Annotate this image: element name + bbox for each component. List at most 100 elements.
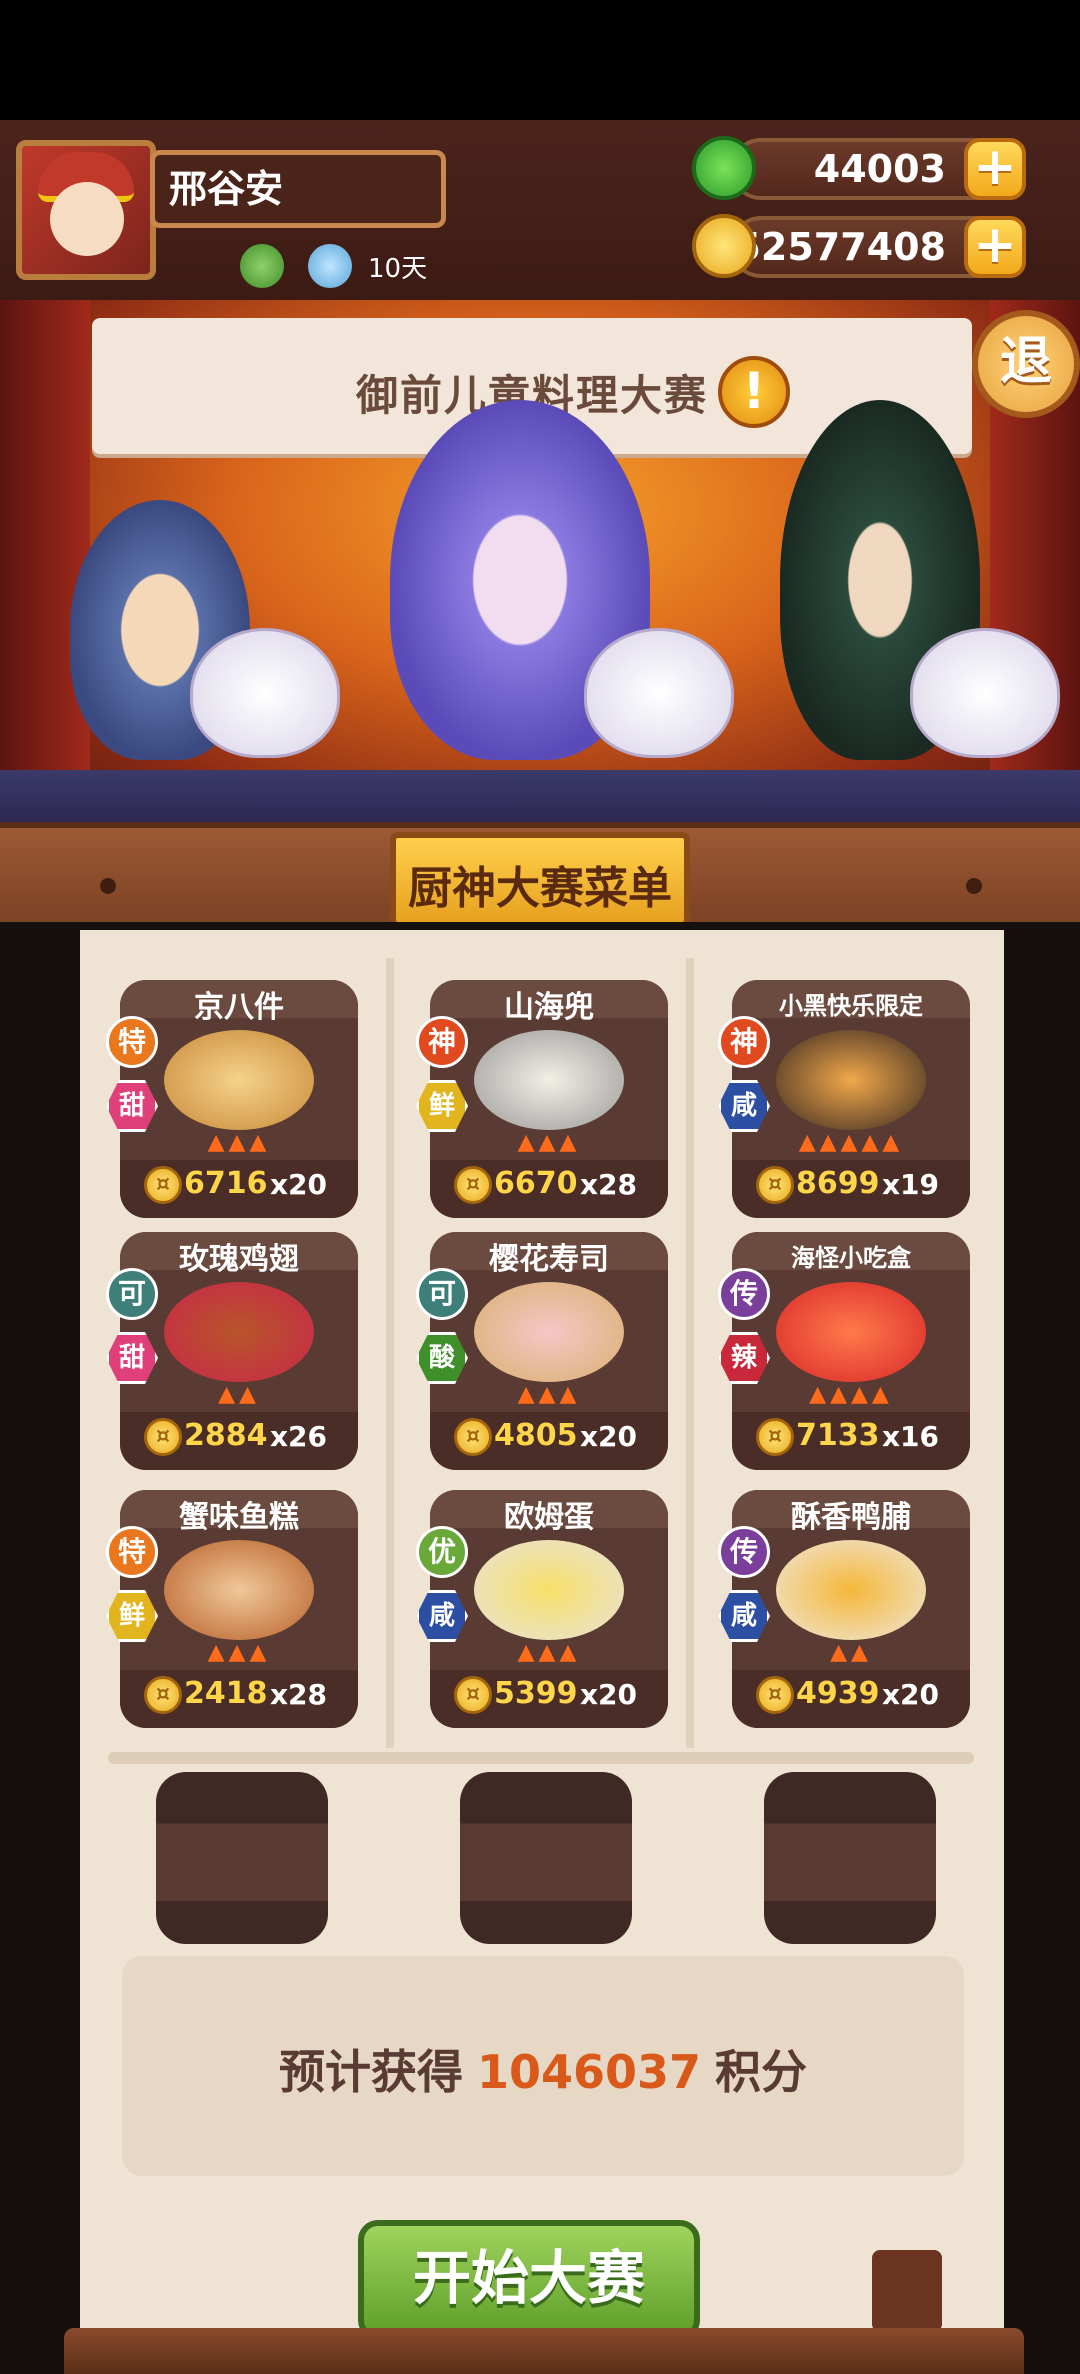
dish-name: 樱花寿司: [489, 1242, 609, 1277]
coin-icon: ¤: [454, 1676, 492, 1714]
pet-icon[interactable]: [240, 244, 284, 288]
points-suffix: 积分: [715, 2045, 808, 2099]
add-coin-button[interactable]: +: [964, 216, 1026, 278]
stage-floor: [0, 770, 1080, 830]
fire-rating-icon: ▲▲▲: [517, 1382, 581, 1407]
fire-rating-icon: ▲▲▲▲▲: [798, 1130, 904, 1155]
player-name: 邢谷安: [150, 150, 446, 228]
teapot-center-icon: [584, 628, 734, 758]
dish-quantity: x20: [580, 1678, 638, 1711]
dish-quantity: x16: [882, 1420, 940, 1453]
dish-price: 6716: [184, 1166, 268, 1201]
bottom-plank: [64, 2328, 1024, 2374]
coin-icon: ¤: [144, 1676, 182, 1714]
dish-quantity: x20: [882, 1678, 940, 1711]
dish-card-1[interactable]: 京八件 ▲▲▲ ¤ 6716 x20: [120, 980, 358, 1218]
dish-price: 5399: [494, 1676, 578, 1711]
dish-price: 2884: [184, 1418, 268, 1453]
coin-icon: ¤: [756, 1418, 794, 1456]
status-bar: [0, 0, 1080, 120]
teapot-right-icon: [910, 628, 1060, 758]
dish-image: [164, 1540, 314, 1640]
dish-quantity: x19: [882, 1168, 940, 1201]
coin-icon: ¤: [144, 1166, 182, 1204]
dish-name: 蟹味鱼糕: [179, 1500, 299, 1535]
coin-icon: ¤: [756, 1676, 794, 1714]
dish-name: 山海兜: [504, 990, 594, 1025]
dish-price: 6670: [494, 1166, 578, 1201]
points-summary: 预计获得 1046037 积分: [122, 2036, 964, 2102]
selected-dish-slot-3[interactable]: [764, 1772, 936, 1944]
points-value: 1046037: [476, 2045, 702, 2099]
dish-quantity: x20: [270, 1168, 328, 1201]
points-prefix: 预计获得: [278, 2045, 463, 2099]
dish-image: [474, 1282, 624, 1382]
dish-name: 京八件: [194, 990, 284, 1025]
dish-image: [776, 1030, 926, 1130]
dish-card-4[interactable]: 玫瑰鸡翅 ▲▲ ¤ 2884 x26: [120, 1232, 358, 1470]
dish-card-6[interactable]: 海怪小吃盒 ▲▲▲▲ ¤ 7133 x16: [732, 1232, 970, 1470]
curtain-left: [0, 300, 90, 820]
coin-icon: ¤: [144, 1418, 182, 1456]
coin-icon: ¤: [454, 1166, 492, 1204]
dish-name: 小黑快乐限定: [779, 992, 923, 1020]
nail-icon: [966, 878, 982, 894]
dish-name: 酥香鸭脯: [791, 1500, 911, 1535]
nail-icon: [100, 878, 116, 894]
dish-image: [776, 1282, 926, 1382]
fire-rating-icon: ▲▲▲: [207, 1640, 271, 1665]
column-divider: [686, 958, 694, 1748]
fire-rating-icon: ▲▲▲: [207, 1130, 271, 1155]
rank-badge: 可: [416, 1268, 468, 1320]
dish-quantity: x28: [580, 1168, 638, 1201]
rank-badge: 可: [106, 1268, 158, 1320]
selected-dish-slot-1[interactable]: [156, 1772, 328, 1944]
dish-card-9[interactable]: 酥香鸭脯 ▲▲ ¤ 4939 x20: [732, 1490, 970, 1728]
dish-name: 海怪小吃盒: [791, 1244, 911, 1272]
menu-title: 厨神大赛菜单: [408, 863, 672, 914]
dish-card-8[interactable]: 欧姆蛋 ▲▲▲ ¤ 5399 x20: [430, 1490, 668, 1728]
dish-image: [474, 1030, 624, 1130]
rank-badge: 传: [718, 1268, 770, 1320]
dish-image: [776, 1540, 926, 1640]
player-avatar[interactable]: [16, 140, 156, 280]
dish-price: 4805: [494, 1418, 578, 1453]
rank-badge: 优: [416, 1526, 468, 1578]
add-jade-button[interactable]: +: [964, 138, 1026, 200]
exit-button[interactable]: 退: [972, 310, 1080, 418]
dish-price: 8699: [796, 1166, 880, 1201]
selected-dish-slot-2[interactable]: [460, 1772, 632, 1944]
dish-image: [164, 1282, 314, 1382]
days-remaining: 10天: [368, 254, 428, 284]
rank-badge: 神: [416, 1016, 468, 1068]
dish-quantity: x20: [580, 1420, 638, 1453]
avatar-face: [50, 182, 124, 256]
dish-card-2[interactable]: 山海兜 ▲▲▲ ¤ 6670 x28: [430, 980, 668, 1218]
fire-rating-icon: ▲▲: [218, 1382, 260, 1407]
dish-card-5[interactable]: 樱花寿司 ▲▲▲ ¤ 4805 x20: [430, 1232, 668, 1470]
dish-quantity: x28: [270, 1678, 328, 1711]
rank-badge: 特: [106, 1526, 158, 1578]
dish-card-7[interactable]: 蟹味鱼糕 ▲▲▲ ¤ 2418 x28: [120, 1490, 358, 1728]
dish-price: 2418: [184, 1676, 268, 1711]
rank-badge: 传: [718, 1526, 770, 1578]
knife-block-icon: [872, 2250, 942, 2332]
dish-image: [474, 1540, 624, 1640]
coin-icon: [692, 214, 756, 278]
dish-card-3[interactable]: 小黑快乐限定 ▲▲▲▲▲ ¤ 8699 x19: [732, 980, 970, 1218]
rank-badge: 神: [718, 1016, 770, 1068]
fire-rating-icon: ▲▲▲▲: [809, 1382, 893, 1407]
fire-rating-icon: ▲▲▲: [517, 1130, 581, 1155]
dish-price: 7133: [796, 1418, 880, 1453]
fire-rating-icon: ▲▲▲: [517, 1640, 581, 1665]
dish-name: 欧姆蛋: [504, 1500, 594, 1535]
column-divider: [386, 958, 394, 1748]
info-alert-icon[interactable]: !: [718, 356, 790, 428]
dish-image: [164, 1030, 314, 1130]
coin-icon: ¤: [454, 1418, 492, 1456]
start-contest-button[interactable]: 开始大赛: [358, 2220, 700, 2340]
jade-icon: [692, 136, 756, 200]
section-divider: [108, 1752, 974, 1764]
dish-price: 4939: [796, 1676, 880, 1711]
coin-icon: ¤: [756, 1166, 794, 1204]
